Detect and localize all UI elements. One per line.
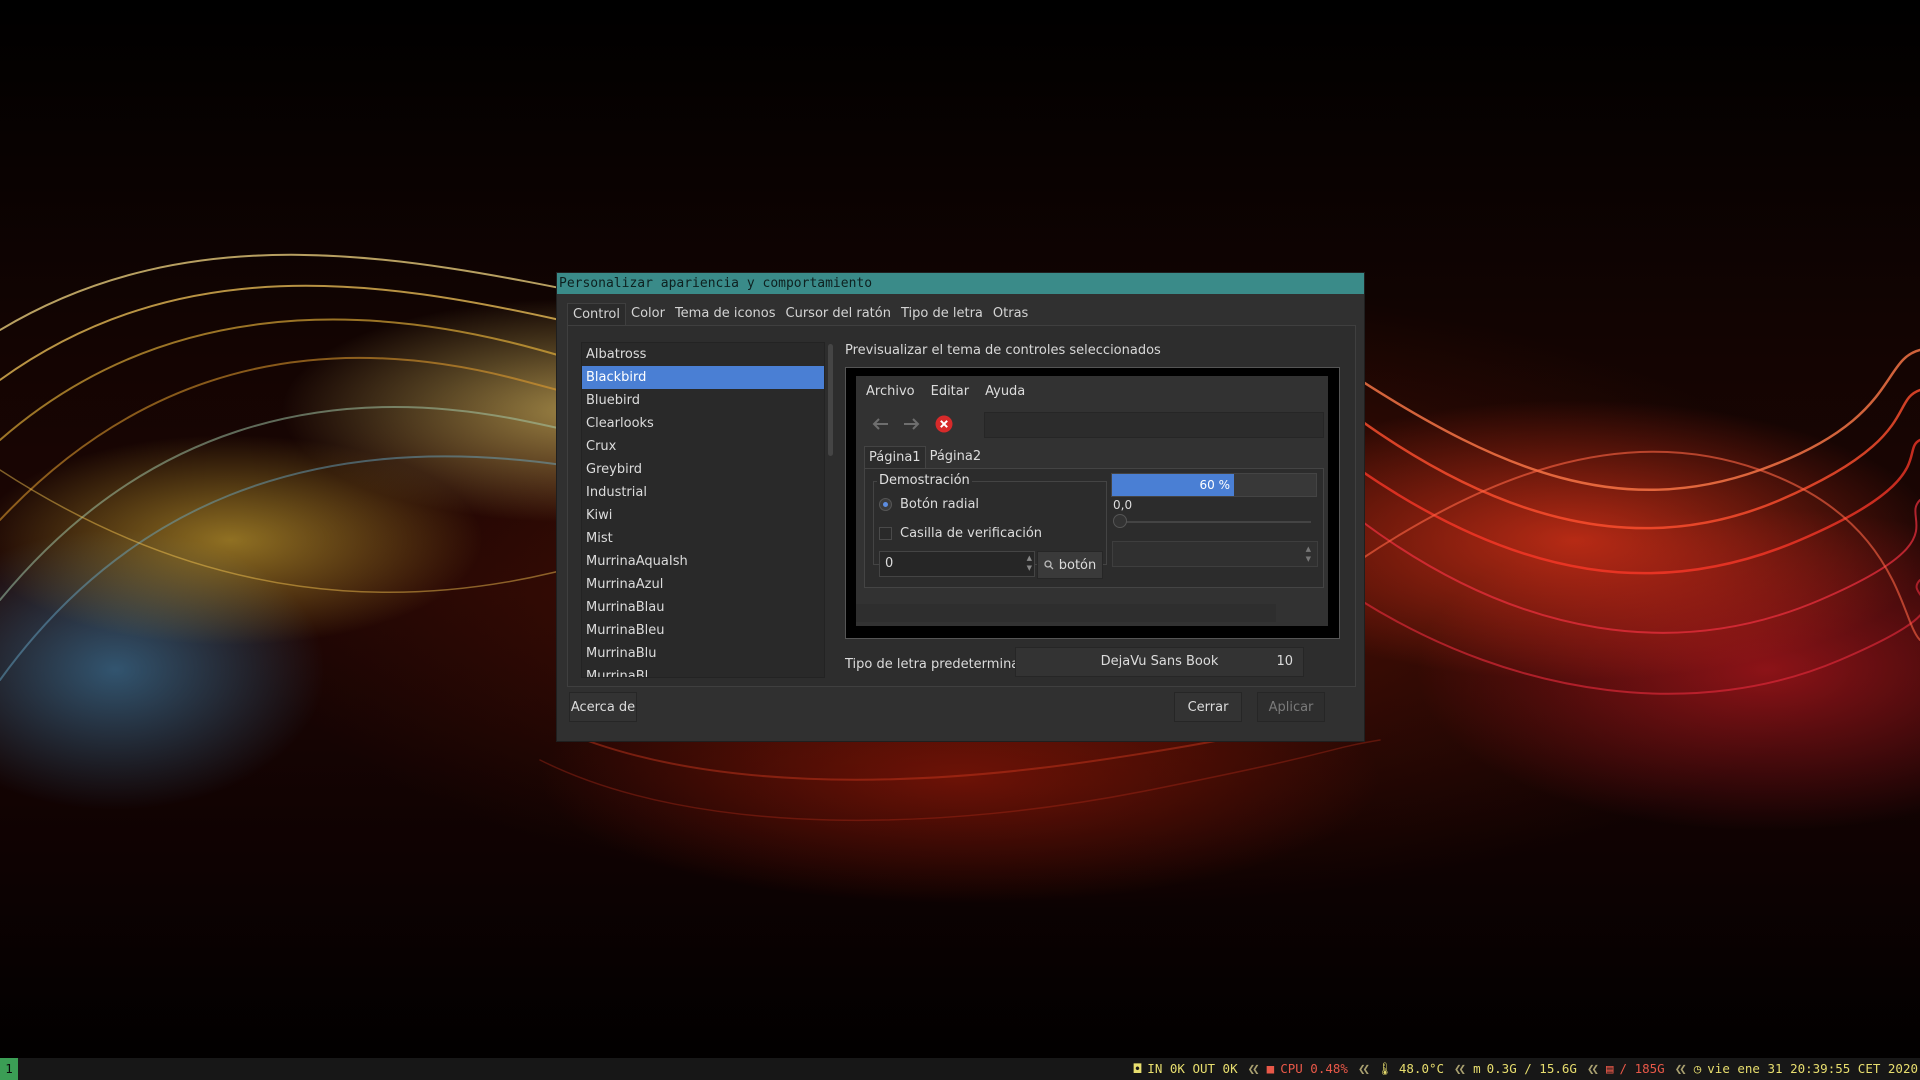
network-status: IN 0K OUT 0K [1147, 1061, 1238, 1076]
preview-label: Previsualizar el tema de controles selec… [845, 343, 1161, 358]
main-tabs: Control Color Tema de iconos Cursor del … [567, 303, 1033, 325]
theme-list[interactable]: Albatross Blackbird Bluebird Clearlooks … [581, 342, 825, 678]
slider-track[interactable] [1119, 521, 1311, 523]
close-button[interactable]: Cerrar [1174, 692, 1242, 722]
separator-icon: ❮❮ [1454, 1061, 1466, 1076]
appearance-dialog: Personalizar apariencia y comportamiento… [556, 272, 1365, 742]
tab-pagina2[interactable]: Página2 [926, 446, 986, 469]
spin-button[interactable]: 0 ▲ ▼ [879, 551, 1035, 577]
network-icon: ◘ [1133, 1061, 1142, 1076]
cpu-icon: ■ [1266, 1061, 1275, 1076]
radio-button[interactable]: Botón radial [879, 497, 979, 512]
theme-list-scrollbar[interactable] [827, 342, 835, 676]
disk-icon: ▤ [1606, 1061, 1614, 1076]
scale-value: 0,0 [1113, 498, 1133, 512]
list-item-selected[interactable]: Blackbird [582, 366, 824, 389]
radio-indicator[interactable] [879, 498, 892, 511]
memory-status: 0.3G / 15.6G [1486, 1061, 1577, 1076]
scrollbar-thumb[interactable] [828, 344, 833, 456]
preview-menubar: Archivo Editar Ayuda [866, 384, 1025, 399]
back-arrow-icon[interactable] [868, 412, 892, 436]
list-item[interactable]: MurrinaBlu [582, 642, 824, 665]
font-name: DejaVu Sans Book [1100, 654, 1219, 669]
workspace-indicator[interactable]: 1 [0, 1058, 18, 1080]
radio-label: Botón radial [900, 497, 980, 512]
separator-icon: ❮❮ [1586, 1061, 1599, 1076]
default-font-label: Tipo de letra predeterminado: [845, 657, 1040, 672]
tab-control[interactable]: Control [567, 303, 626, 325]
list-item[interactable]: Mist [582, 527, 824, 550]
list-item[interactable]: MurrinaAquaIsh [582, 550, 824, 573]
memory-icon: m [1473, 1061, 1481, 1076]
list-item[interactable]: Greybird [582, 458, 824, 481]
preview-tab-panel: Demostración Botón radial Casilla de ver… [864, 468, 1324, 588]
tab-pagina1[interactable]: Página1 [864, 446, 926, 469]
about-button[interactable]: Acerca de [569, 692, 637, 722]
list-item[interactable]: MurrinaAzul [582, 573, 824, 596]
font-chooser-button[interactable]: DejaVu Sans Book 10 [1015, 647, 1304, 677]
theme-preview: Archivo Editar Ayuda Página1 Página2 Dem… [845, 367, 1340, 639]
checkbox-label: Casilla de verificación [900, 526, 1043, 541]
checkbox[interactable]: Casilla de verificación [879, 526, 1042, 541]
tab-mouse-cursor[interactable]: Cursor del ratón [781, 303, 896, 325]
font-size: 10 [1276, 654, 1293, 669]
spin-value: 0 [885, 556, 894, 571]
list-item[interactable]: Clearlooks [582, 412, 824, 435]
list-item[interactable]: MurrinaBl... [582, 665, 824, 677]
list-item[interactable]: Industrial [582, 481, 824, 504]
forward-arrow-icon[interactable] [900, 412, 924, 436]
spin-arrows-icon[interactable]: ▲ ▼ [1027, 553, 1032, 573]
separator-icon: ❮❮ [1357, 1061, 1370, 1076]
temperature-status: 48.0°C [1398, 1061, 1445, 1076]
tab-other[interactable]: Otras [988, 303, 1033, 325]
list-item[interactable]: MurrinaBleu [582, 619, 824, 642]
combo-arrows-icon[interactable]: ▲ ▼ [1306, 544, 1311, 564]
list-item[interactable]: Crux [582, 435, 824, 458]
status-panel: 1 ◘ IN 0K OUT 0K ❮❮ ■ CPU 0.48% ❮❮ 🌡 48.… [0, 1058, 1920, 1080]
list-item[interactable]: Bluebird [582, 389, 824, 412]
stop-icon[interactable] [932, 412, 956, 436]
preview-statusbar [856, 604, 1276, 622]
clock-icon: ◷ [1693, 1061, 1702, 1076]
preview-button[interactable]: botón [1037, 551, 1103, 579]
progress-text: 60 % [1199, 478, 1231, 492]
preview-text-entry[interactable] [984, 412, 1324, 438]
disk-status: / 185G [1619, 1061, 1665, 1076]
thermometer-icon: 🌡 [1377, 1061, 1393, 1076]
tab-font[interactable]: Tipo de letra [896, 303, 988, 325]
preview-combo[interactable]: ▲ ▼ [1112, 541, 1318, 567]
window-title: Personalizar apariencia y comportamiento [557, 273, 1364, 294]
clock: vie ene 31 20:39:55 CET 2020 [1707, 1061, 1918, 1076]
cpu-status: CPU 0.48% [1280, 1061, 1348, 1076]
frame-title: Demostración [877, 473, 972, 488]
separator-icon: ❮❮ [1674, 1061, 1687, 1076]
checkbox-indicator[interactable] [879, 527, 892, 540]
progress-bar: 60 % [1111, 473, 1317, 497]
menu-archivo[interactable]: Archivo [866, 384, 915, 399]
list-item[interactable]: MurrinaBlau [582, 596, 824, 619]
list-item[interactable]: Kiwi [582, 504, 824, 527]
apply-button[interactable]: Aplicar [1257, 692, 1325, 722]
menu-editar[interactable]: Editar [931, 384, 970, 399]
tab-color[interactable]: Color [626, 303, 670, 325]
slider-knob[interactable] [1113, 514, 1127, 528]
preview-tabs: Página1 Página2 [864, 446, 985, 469]
preview-window: Archivo Editar Ayuda Página1 Página2 Dem… [856, 376, 1328, 626]
menu-ayuda[interactable]: Ayuda [985, 384, 1025, 399]
search-icon [1044, 560, 1054, 570]
list-item[interactable]: Albatross [582, 343, 824, 366]
tab-icon-theme[interactable]: Tema de iconos [670, 303, 781, 325]
button-label: botón [1058, 557, 1097, 573]
system-status: ◘ IN 0K OUT 0K ❮❮ ■ CPU 0.48% ❮❮ 🌡 48.0°… [1134, 1058, 1920, 1080]
separator-icon: ❮❮ [1247, 1061, 1260, 1076]
